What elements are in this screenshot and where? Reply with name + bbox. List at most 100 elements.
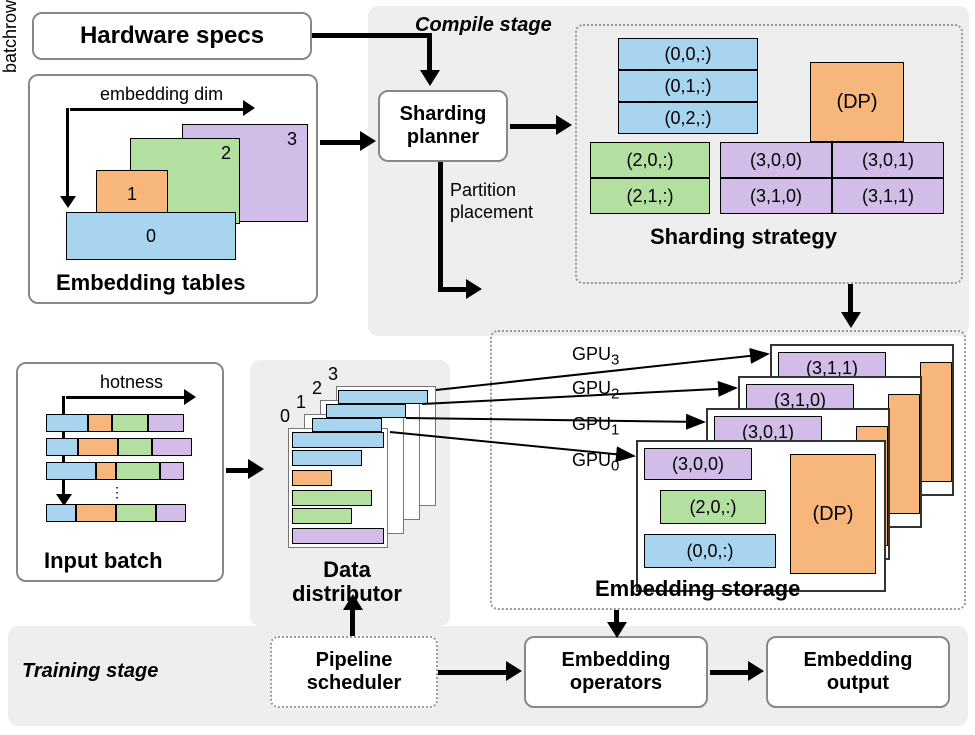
arrow — [312, 33, 432, 38]
embedding-storage-title: Embedding storage — [595, 576, 800, 602]
batch-seg — [46, 414, 88, 432]
shard-lbl: (0,2,:) — [664, 108, 711, 129]
shard-dp: (DP) — [810, 62, 904, 142]
batch-seg — [46, 438, 78, 456]
batch-seg — [76, 504, 116, 522]
arrow — [438, 162, 443, 292]
shard-lbl: (3,1,0) — [750, 186, 802, 207]
arrow-head — [343, 594, 363, 610]
gpu0-dp: (DP) — [790, 454, 876, 574]
batch-seg — [156, 504, 186, 522]
table-1-num: 1 — [127, 184, 137, 205]
arrow-head — [607, 622, 627, 638]
arrow — [710, 670, 750, 675]
gpu0-blue: (0,0,:) — [644, 534, 776, 568]
shard-purple-01: (3,0,1) — [832, 142, 944, 178]
shard-lbl: (3,1,1) — [862, 186, 914, 207]
table-3-num: 3 — [287, 129, 297, 150]
shard-lbl: (0,1,:) — [664, 76, 711, 97]
gpu0-purple: (3,0,0) — [644, 448, 752, 480]
shard-blue-0: (0,0,:) — [618, 38, 758, 70]
arrow-head — [556, 115, 572, 135]
pipeline-scheduler-box: Pipeline scheduler — [270, 636, 438, 708]
dist-seg — [312, 418, 382, 432]
arrow-head — [248, 459, 264, 479]
hardware-specs-box: Hardware specs — [32, 12, 312, 60]
axis-arrow — [66, 396, 186, 399]
arrow — [438, 670, 508, 675]
training-stage-label: Training stage — [22, 660, 158, 683]
dist-seg — [292, 432, 384, 448]
arrow — [438, 287, 468, 292]
row-label: row — [0, 0, 21, 29]
sharding-strategy-title: Sharding strategy — [650, 224, 837, 250]
batch-seg — [112, 414, 148, 432]
gpu3-dp — [920, 362, 952, 482]
shard-lbl: (3,0,0) — [750, 150, 802, 171]
cell-lbl: (DP) — [812, 503, 853, 526]
batch-label: batch — [0, 29, 21, 73]
table-0-num: 0 — [146, 226, 156, 247]
gpu2-dp — [888, 394, 920, 514]
dist-seg — [292, 528, 384, 544]
arrow-head — [841, 312, 861, 328]
batch-seg — [88, 414, 112, 432]
dist-seg — [292, 450, 362, 466]
dist-idx-0: 0 — [280, 406, 290, 427]
shard-purple-00: (3,0,0) — [720, 142, 832, 178]
cell-lbl: (3,0,0) — [672, 454, 724, 475]
shard-lbl: (2,0,:) — [626, 150, 673, 171]
dist-seg — [292, 508, 352, 524]
dist-idx-1: 1 — [296, 392, 306, 413]
arrow — [320, 140, 362, 145]
batch-seg — [116, 462, 160, 480]
axis-arrow — [66, 108, 69, 198]
shard-blue-2: (0,2,:) — [618, 102, 758, 134]
dist-idx-2: 2 — [312, 378, 322, 399]
partition-placement-label: Partition placement — [450, 180, 533, 223]
dist-seg — [292, 490, 372, 506]
arrow-head — [506, 661, 522, 681]
axis-arrow-head — [243, 100, 255, 116]
arrow-head — [748, 661, 764, 681]
arrow-head — [360, 131, 376, 151]
shard-lbl: (0,0,:) — [664, 44, 711, 65]
gpu1-label: GPU1 — [572, 414, 619, 439]
batch-seg — [96, 462, 116, 480]
arrow — [350, 608, 355, 636]
batch-ellipsis: ⋮ — [110, 484, 124, 501]
batch-seg — [152, 438, 192, 456]
shard-lbl: (3,0,1) — [862, 150, 914, 171]
embedding-operators-box: Embedding operators — [524, 636, 708, 708]
arrow-head — [420, 70, 440, 86]
arrow — [226, 468, 250, 473]
embedding-tables-title: Embedding tables — [56, 270, 245, 296]
dist-seg — [338, 390, 428, 404]
table-1: 1 — [96, 170, 168, 218]
shard-green-0: (2,0,:) — [590, 142, 710, 178]
batch-seg — [46, 504, 76, 522]
dist-seg — [326, 404, 406, 418]
batch-seg — [78, 438, 118, 456]
table-0: 0 — [66, 212, 236, 260]
batch-seg — [148, 414, 184, 432]
batch-seg — [116, 504, 156, 522]
gpu0-green: (2,0,:) — [660, 490, 766, 524]
dist-idx-3: 3 — [328, 364, 338, 385]
axis-arrow-head — [184, 389, 196, 405]
sharding-planner-box: Sharding planner — [378, 90, 508, 162]
compile-stage-label: Compile stage — [415, 14, 552, 37]
input-batch-title: Input batch — [44, 548, 163, 574]
shard-lbl: (2,1,:) — [626, 186, 673, 207]
gpu2-label: GPU2 — [572, 378, 619, 403]
axis-arrow-head — [60, 196, 76, 208]
batch-seg — [160, 462, 184, 480]
batch-seg — [46, 462, 96, 480]
shard-lbl: (DP) — [836, 91, 877, 114]
cell-lbl: (2,0,:) — [689, 497, 736, 518]
dist-seg — [292, 470, 332, 486]
axis-arrow — [70, 108, 245, 111]
shard-blue-1: (0,1,:) — [618, 70, 758, 102]
arrow-head — [466, 279, 482, 299]
table-2-num: 2 — [221, 143, 231, 164]
